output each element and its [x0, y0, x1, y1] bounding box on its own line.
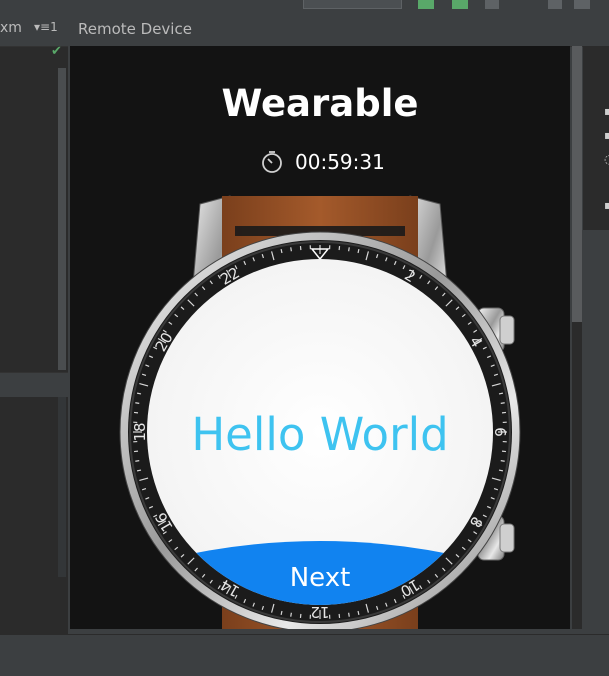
bezel-number: 18 [131, 422, 149, 441]
bezel-tick [135, 403, 139, 404]
app-title: Wearable [70, 82, 570, 125]
bezel-tick [137, 393, 141, 394]
lower-panel-scrollbar[interactable] [58, 397, 66, 577]
editor-scrollbar[interactable] [58, 68, 66, 370]
bezel-tick [499, 393, 503, 394]
watch-illustration: 246810121416182022 [70, 46, 570, 629]
bezel-tick [281, 611, 282, 615]
profile-icon[interactable] [485, 0, 499, 9]
bezel-tick [137, 470, 141, 471]
remote-device-screen[interactable]: 246810121416182022 [70, 46, 570, 629]
bezel-tick [349, 613, 350, 617]
bezel-tick [291, 613, 292, 617]
bezel-tick [291, 247, 292, 251]
remote-device-scroll-thumb[interactable] [572, 46, 582, 322]
bezel-tick [281, 249, 282, 253]
timer-value: 00:59:31 [295, 150, 385, 174]
check-icon: ✔ [51, 44, 62, 59]
run-config-dropdown[interactable] [303, 0, 402, 9]
bezel-tick [501, 403, 505, 404]
stopwatch-icon [260, 150, 284, 178]
sync-icon[interactable] [548, 0, 562, 9]
remote-device-title: Remote Device [78, 20, 192, 38]
tool-icon-3[interactable]: ◌ [604, 152, 609, 166]
bezel-tick [358, 249, 359, 253]
hello-text: Hello World [150, 408, 490, 461]
bezel-tick [358, 611, 359, 615]
bezel-number: 6 [491, 427, 509, 437]
bezel-number: 12 [310, 603, 329, 621]
tab-list-menu[interactable]: ▾≡1 [34, 20, 58, 34]
bezel-tick [135, 461, 139, 462]
debug-icon[interactable] [452, 0, 468, 9]
panel-divider[interactable] [0, 372, 68, 398]
bezel-tick [501, 461, 505, 462]
bezel-tick [499, 470, 503, 471]
editor-tab-label[interactable]: xm [0, 20, 22, 36]
bezel-tick [349, 247, 350, 251]
device-manager-icon[interactable] [574, 0, 590, 9]
tool-icon-2[interactable]: ▪ [604, 128, 609, 142]
run-icon[interactable] [418, 0, 434, 9]
tool-icon-1[interactable]: ▪ [604, 104, 609, 118]
bottom-status-bar [0, 634, 609, 676]
top-toolbar [0, 0, 609, 12]
next-button[interactable]: Next [220, 563, 420, 593]
tool-icon-4[interactable]: ▪ [604, 198, 609, 212]
